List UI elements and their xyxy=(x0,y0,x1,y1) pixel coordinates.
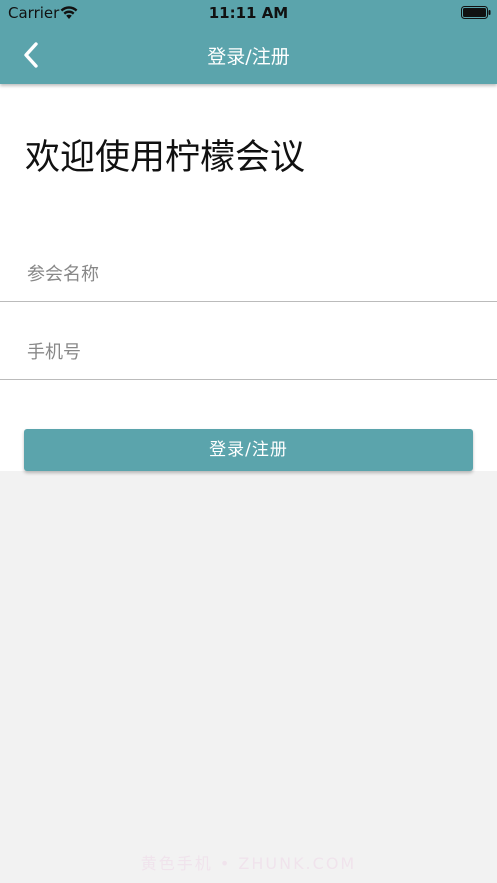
phone-input[interactable] xyxy=(27,330,467,374)
login-register-button[interactable]: 登录/注册 xyxy=(24,429,473,471)
navigation-bar: 登录/注册 xyxy=(0,26,497,84)
watermark: 黄色手机 • ZHUNK.COM xyxy=(140,854,357,873)
meeting-name-field xyxy=(0,242,497,302)
login-form-panel: 欢迎使用柠檬会议 登录/注册 xyxy=(0,84,497,471)
status-bar: Carrier 11:11 AM xyxy=(0,0,497,26)
meeting-name-input[interactable] xyxy=(27,252,467,296)
status-time: 11:11 AM xyxy=(208,4,289,22)
phone-divider xyxy=(0,379,497,380)
app-header: Carrier 11:11 AM 登录/注册 xyxy=(0,0,497,84)
page-title: 登录/注册 xyxy=(207,46,290,68)
meeting-name-divider xyxy=(0,301,497,302)
battery-icon xyxy=(461,6,491,19)
phone-field xyxy=(0,320,497,380)
welcome-title: 欢迎使用柠檬会议 xyxy=(25,138,306,178)
